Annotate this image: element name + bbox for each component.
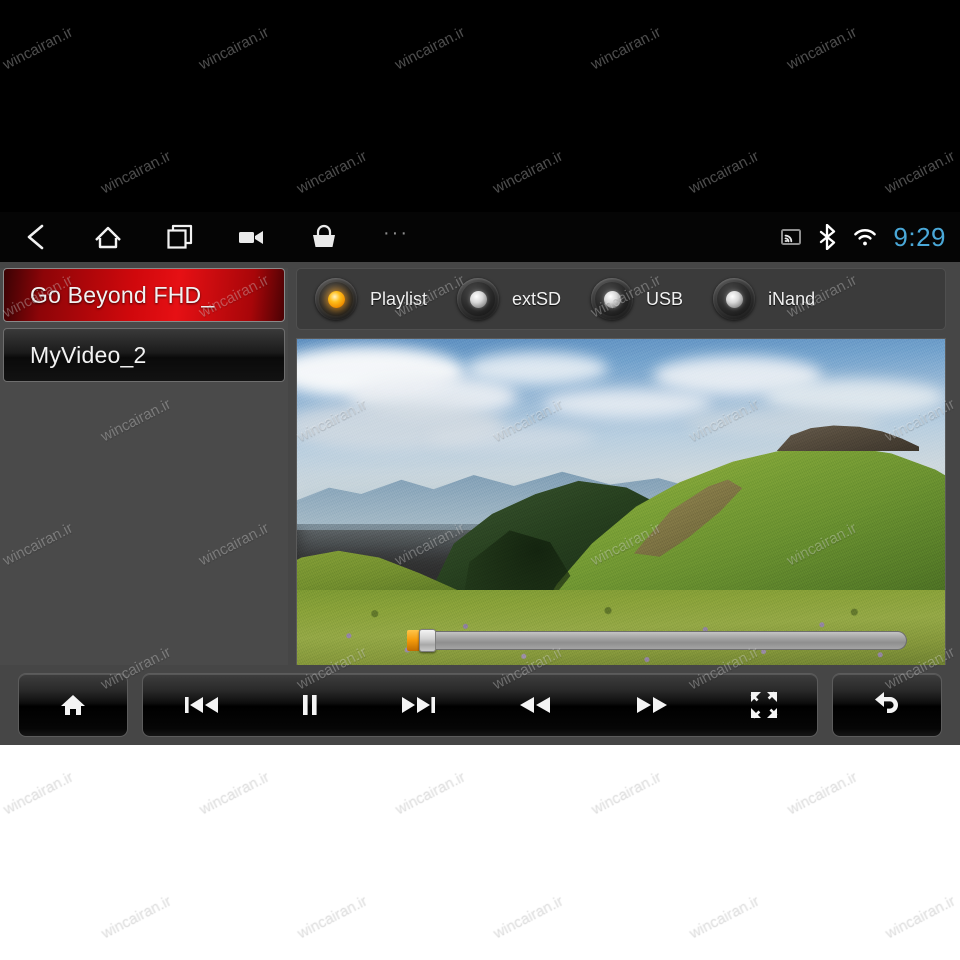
screenshot-canvas: ··· 9:29 Go Beyond FHD_ MyVideo_2 Playli… [0,0,960,960]
bluetooth-icon[interactable] [817,224,837,250]
android-status-bar: ··· 9:29 [0,212,960,262]
pause-button[interactable] [260,673,359,737]
radio-button-selected-icon[interactable] [315,278,357,320]
source-option-label: extSD [512,288,562,309]
next-button[interactable] [359,673,476,737]
video-frame-mountain-landscape [297,339,945,669]
home-button-group [18,673,128,737]
watermark-text: wincairan.ir [98,891,174,942]
return-button-group [832,673,942,737]
source-option-extsd[interactable]: extSD [457,268,591,330]
previous-button[interactable] [143,673,260,737]
playlist-item[interactable]: MyVideo_2 [3,328,285,382]
radio-button-icon[interactable] [713,278,756,320]
home-icon[interactable] [72,212,144,262]
playlist-item-title: MyVideo_2 [30,341,147,368]
source-option-label: Playlist [370,288,428,309]
cloud [426,424,596,452]
source-option-inand[interactable]: iNand [713,268,845,330]
seek-bar[interactable] [407,629,907,652]
back-icon[interactable] [0,212,72,262]
forward-button[interactable] [593,673,710,737]
video-stage[interactable] [296,338,946,670]
fullscreen-button[interactable] [710,673,817,737]
home-button[interactable] [19,673,127,737]
car-head-unit-screen: ··· 9:29 Go Beyond FHD_ MyVideo_2 Playli… [0,212,960,745]
watermark-text: wincairan.ir [882,891,958,942]
cloud [543,388,712,419]
seek-progress-fill [407,630,419,651]
video-camera-icon[interactable] [216,212,288,262]
playlist-item-title: Go Beyond FHD_ [30,281,215,308]
seek-track[interactable] [436,631,907,650]
status-clock: 9:29 [893,221,946,252]
overflow-label: ··· [383,222,409,244]
watermark-text: wincairan.ir [490,891,566,942]
playlist-item-selected[interactable]: Go Beyond FHD_ [3,268,285,322]
source-option-label: iNand [768,288,816,309]
transport-button-group [142,673,818,737]
radio-button-icon[interactable] [457,278,500,320]
cloud [465,352,609,386]
letterbox-top [0,0,960,212]
source-option-playlist[interactable]: Playlist [315,268,457,330]
recent-apps-icon[interactable] [144,212,216,262]
watermark-text: wincairan.ir [196,767,272,818]
source-option-label: USB [646,288,684,309]
wifi-icon[interactable] [851,226,879,248]
watermark-text: wincairan.ir [588,767,664,818]
overflow-dots[interactable]: ··· [360,212,432,262]
watermark-text: wincairan.ir [392,767,468,818]
player-control-bar [0,665,960,745]
seek-thumb-handle[interactable] [419,629,436,652]
radio-button-icon[interactable] [591,278,634,320]
cast-icon[interactable] [779,227,803,247]
return-button[interactable] [833,673,941,737]
source-selector-bar: Playlist extSD USB iNand [296,268,946,330]
source-option-usb[interactable]: USB [591,268,713,330]
rewind-button[interactable] [476,673,593,737]
watermark-text: wincairan.ir [784,767,860,818]
watermark-text: wincairan.ir [686,891,762,942]
watermark-text: wincairan.ir [294,891,370,942]
app-basket-icon[interactable] [288,212,360,262]
status-indicators: 9:29 [779,212,946,262]
navigation-buttons: ··· [0,212,432,262]
watermark-text: wincairan.ir [0,767,76,818]
